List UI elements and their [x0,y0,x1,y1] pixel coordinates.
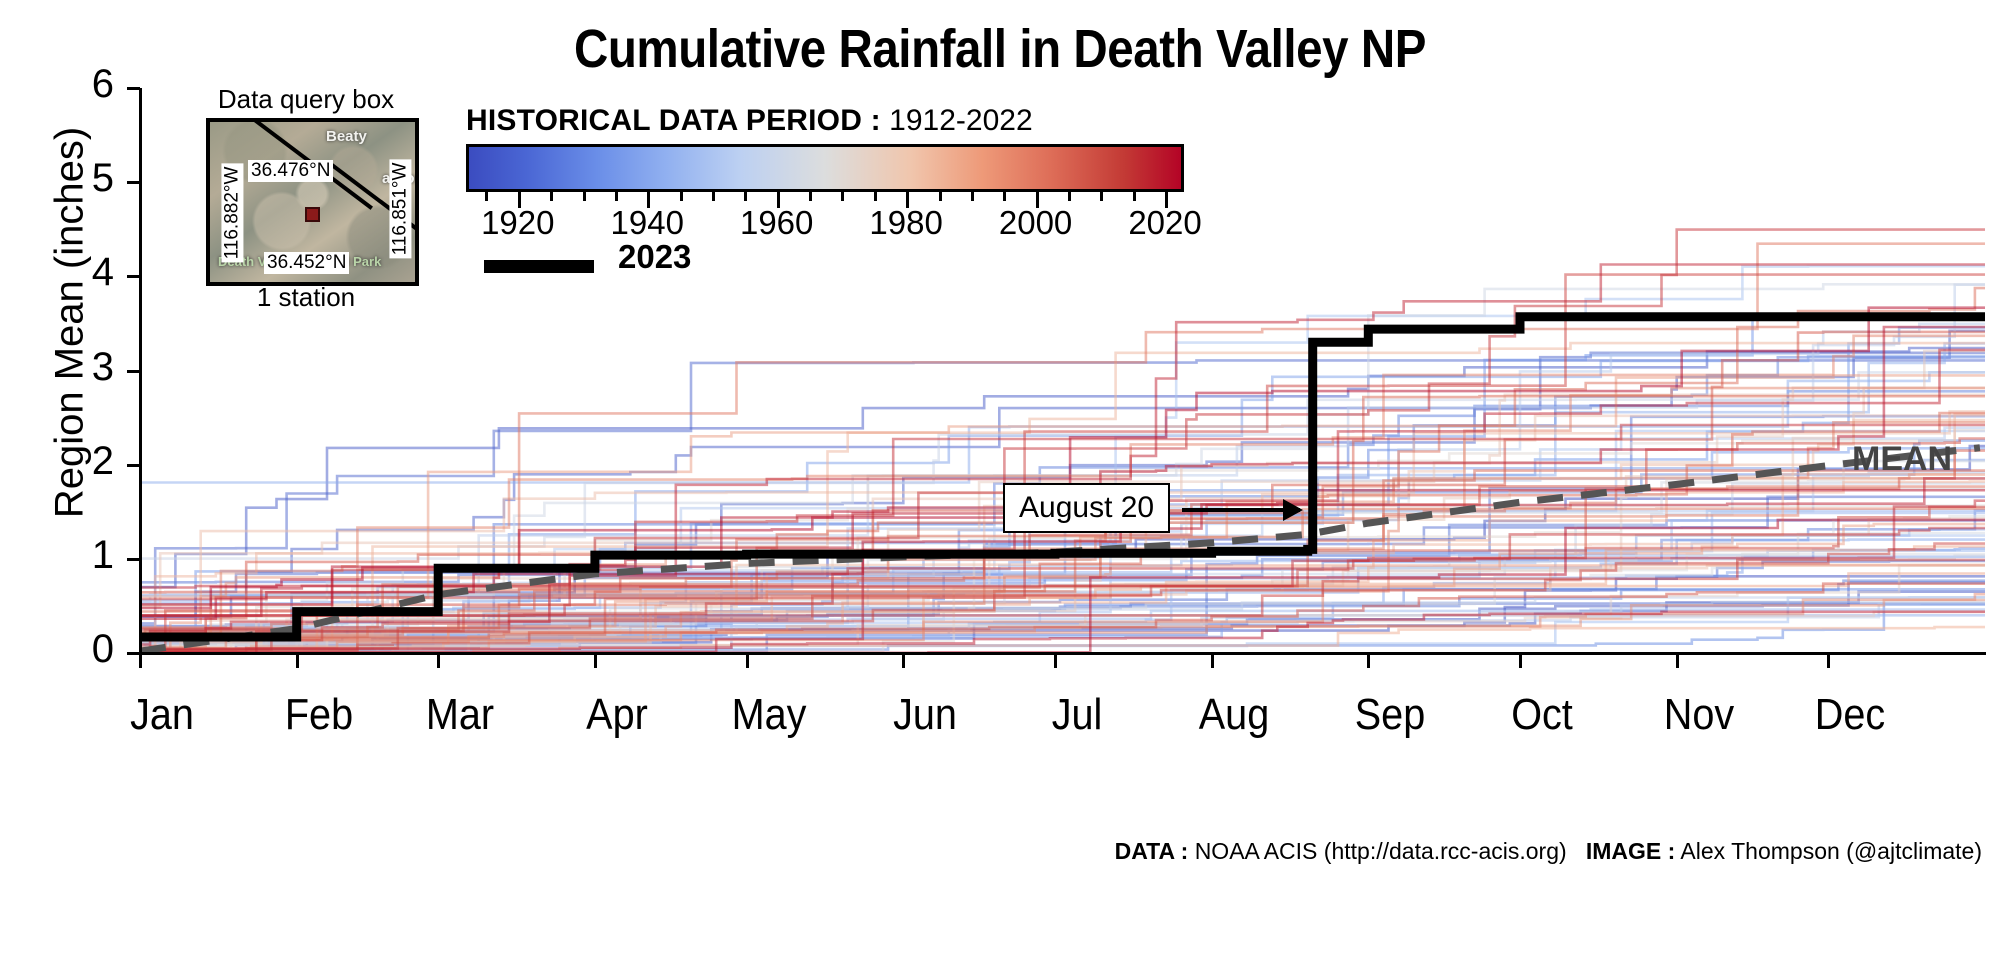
colorbar-tick-mark [744,189,748,201]
colorbar-tick-mark [809,189,813,201]
colorbar-tick-mark [485,189,489,201]
x-tick-mark [1210,655,1214,668]
colorbar-tick-mark [938,189,942,201]
colorbar-tick-mark [873,189,877,201]
station-marker [305,207,320,222]
page-title: Cumulative Rainfall in Death Valley NP [573,19,1427,79]
x-tick-label: Mar [426,690,495,739]
y-tick-label: 2 [91,438,114,483]
y-tick-label: 4 [91,250,114,295]
x-tick-label: Dec [1815,690,1886,739]
y-tick-mark [127,275,140,279]
y-tick-label: 0 [91,627,114,671]
x-tick-mark [139,655,142,668]
legend-2023-label: 2023 [618,238,692,275]
x-axis-spine [139,652,1986,655]
colorbar-tick-mark [1132,189,1136,201]
colorbar-tick-label: 1980 [869,204,943,241]
y-tick-mark [127,557,140,561]
attribution-data-value: NOAA ACIS (http://data.rcc-acis.org) [1194,838,1567,864]
colorbar-gradient [466,144,1184,192]
y-tick-mark [127,181,140,185]
y-tick-label: 5 [91,156,114,201]
colorbar-tick-mark [1100,189,1104,201]
x-tick-mark [745,655,749,668]
x-tick-label: Apr [586,690,648,739]
annotation-arrow-icon [1182,499,1303,521]
colorbar-tick-label: 1960 [739,204,814,241]
inset-map-panel: Data query box Beaty argosa Death Valley… [196,84,419,312]
x-tick-mark [1675,655,1679,668]
colorbar-tick-mark [679,189,683,201]
colorbar-tick-label: 2000 [998,204,1073,241]
colorbar-tick-mark [614,189,618,201]
colorbar-tick-label: 1920 [481,204,555,241]
colorbar-title-key: HISTORICAL DATA PERIOD : [466,104,881,137]
colorbar-tick-mark [841,189,845,201]
mean-line-label: MEAN [1852,440,1953,478]
legend-2023-swatch [484,260,594,273]
x-tick-mark [1367,655,1371,668]
colorbar-tick-mark [711,189,715,201]
y-tick-label: 1 [91,532,114,577]
y-tick-mark [127,369,140,373]
inset-west-label: 116.882°W [221,163,244,263]
x-tick-mark [1827,655,1831,668]
inset-title: Data query box [217,84,395,114]
inset-east-label: 116.851°W [389,159,412,259]
inset-north-label: 36.476°N [248,160,334,182]
inset-caption: 1 station [256,282,356,312]
x-tick-label: Sep [1355,690,1426,739]
attribution-image-value: Alex Thompson (@ajtclimate) [1680,838,1982,864]
x-tick-label: Nov [1663,690,1734,739]
x-tick-label: Feb [284,690,353,739]
colorbar-tick-label: 2020 [1128,204,1202,241]
colorbar-period: 1912-2022 [889,104,1033,137]
attribution-image-key: IMAGE : [1585,838,1676,864]
x-tick-mark [902,655,906,668]
x-tick-mark [437,655,441,668]
colorbar-legend: HISTORICAL DATA PERIOD : 1912-2022 1920 1… [466,104,1202,275]
x-tick-mark [295,655,299,668]
x-tick-label: Oct [1511,690,1573,739]
x-tick-label: Aug [1198,690,1269,739]
x-tick-label: Jan [130,690,194,739]
annotation-august-20: August 20 [1003,483,1171,533]
attribution-data-key: DATA : [1114,838,1189,864]
x-tick-label: Jun [893,690,958,739]
map-place-beaty: Beaty [326,128,367,145]
colorbar-tick-mark [1003,189,1007,201]
attribution: DATA : NOAA ACIS (http://data.rcc-acis.o… [1115,838,1982,865]
colorbar-title: HISTORICAL DATA PERIOD : 1912-2022 [466,104,1033,138]
x-tick-mark [1053,655,1057,668]
y-axis-label: Region Mean (inches) [47,126,92,519]
x-tick-label: May [731,690,806,739]
y-tick-label: 3 [91,344,114,389]
inset-south-label: 36.452°N [264,252,350,274]
x-tick-mark [1518,655,1522,668]
x-tick-label: Jul [1051,690,1103,739]
colorbar-tick-mark [1067,189,1071,201]
colorbar-tick-mark [550,189,554,201]
colorbar-tick-mark [970,189,974,201]
x-tick-mark [593,655,597,668]
colorbar-tick-label: 1940 [610,204,684,241]
y-tick-label: 6 [91,62,114,106]
colorbar-tick-mark [582,189,586,201]
y-tick-mark [127,463,140,467]
y-tick-mark [127,87,140,90]
